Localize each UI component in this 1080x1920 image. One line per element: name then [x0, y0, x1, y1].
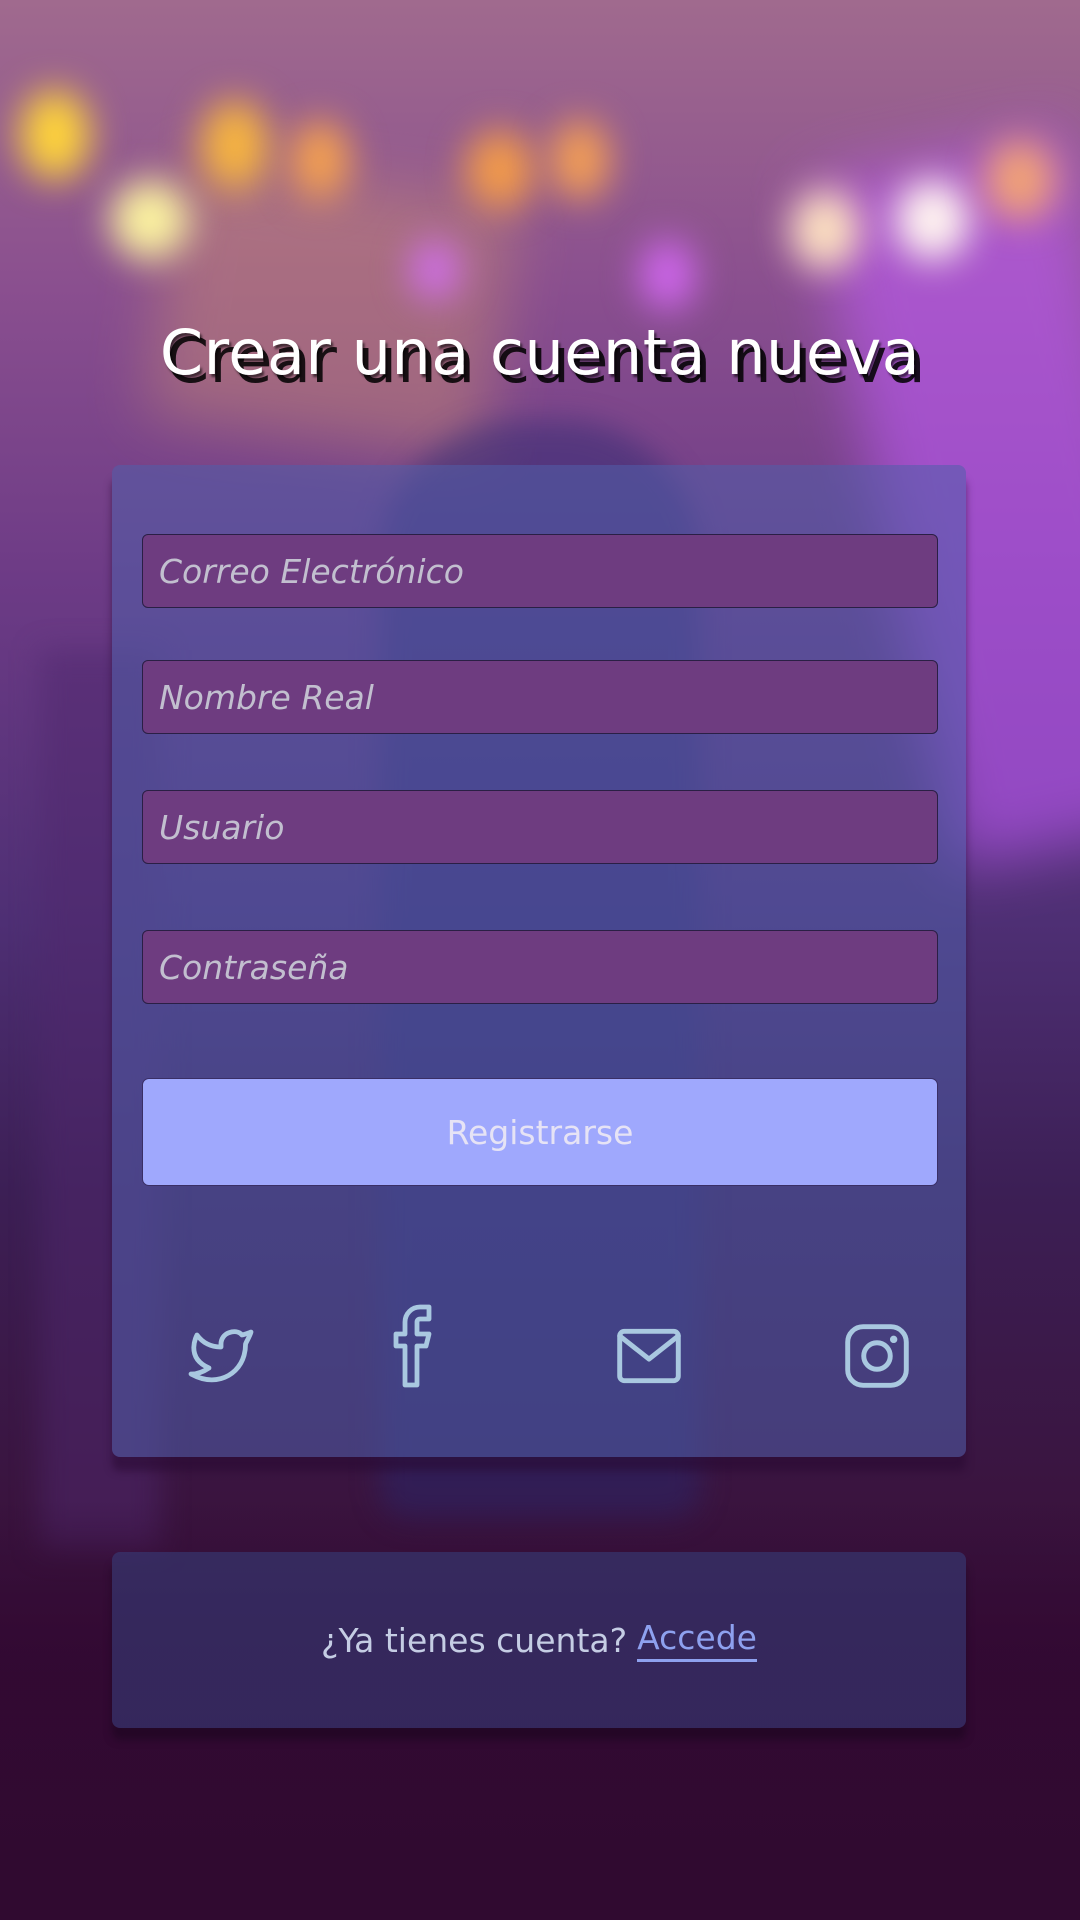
twitter-icon — [188, 1329, 254, 1383]
email-field[interactable] — [142, 534, 938, 608]
stage-light — [290, 120, 350, 200]
facebook-button[interactable] — [368, 1303, 454, 1389]
signup-screen: Crear una cuenta nueva Registrarse — [0, 0, 1080, 1920]
login-prompt-text: ¿Ya tienes cuenta? — [321, 1620, 628, 1660]
instagram-button[interactable] — [834, 1313, 920, 1399]
stage-light — [110, 180, 190, 260]
username-field[interactable] — [142, 790, 938, 864]
stage-light — [20, 90, 90, 180]
stage-light — [410, 240, 460, 300]
stage-light — [790, 190, 860, 270]
stage-light — [895, 180, 970, 260]
facebook-icon — [393, 1304, 432, 1388]
instagram-icon — [845, 1324, 909, 1388]
login-prompt-card: ¿Ya tienes cuenta? Accede — [112, 1552, 966, 1728]
light-beam — [143, 157, 517, 463]
password-field[interactable] — [142, 930, 938, 1004]
login-link[interactable]: Accede — [637, 1618, 757, 1662]
stage-light — [465, 130, 535, 210]
real-name-field[interactable] — [142, 660, 938, 734]
stage-light — [640, 240, 695, 310]
twitter-button[interactable] — [178, 1313, 264, 1399]
signup-form-card: Registrarse — [112, 465, 966, 1457]
email-share-button[interactable] — [606, 1313, 692, 1399]
page-title: Crear una cuenta nueva — [159, 316, 921, 389]
stage-light — [985, 140, 1055, 220]
stage-light — [550, 120, 610, 200]
register-button[interactable]: Registrarse — [142, 1078, 938, 1186]
stage-light — [200, 100, 270, 190]
mail-icon — [617, 1328, 681, 1384]
